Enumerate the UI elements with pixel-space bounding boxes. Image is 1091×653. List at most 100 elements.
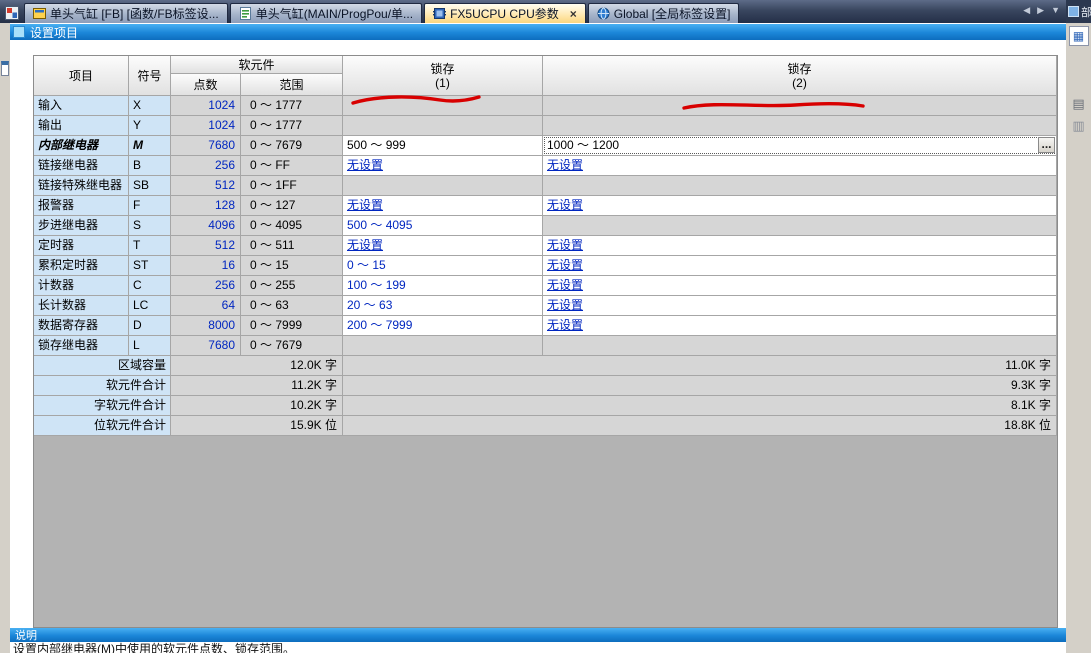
latch1-no-setting-link[interactable]: 无设置 bbox=[343, 196, 543, 216]
docked-window-icon[interactable] bbox=[1, 61, 9, 76]
latch1-range-cell[interactable]: 0 ～ 15 bbox=[343, 256, 543, 276]
description-text: 设置内部继电器(M)中使用的软元件点数、锁存范围。 (但FX5UJ的软元件点数、… bbox=[13, 643, 295, 653]
document-tab-bar: 单头气缸 [FB] [函数/FB标签设... 单头气缸(MAIN/ProgPou… bbox=[0, 0, 1091, 23]
tree-view-icon[interactable]: ▥ bbox=[1071, 118, 1086, 133]
tab-label: Global [全局标签设置] bbox=[614, 5, 731, 22]
device-row: 报警器F1280 ～ 127无设置无设置 bbox=[34, 196, 1057, 216]
range-cell[interactable]: 0 ～ 1777 bbox=[241, 116, 343, 136]
nav-back-icon[interactable]: ◀ bbox=[1023, 5, 1030, 16]
latch2-edit-cell[interactable]: 1000 ～ 1200... bbox=[543, 136, 1057, 156]
points-cell[interactable]: 7680 bbox=[171, 136, 241, 156]
latch2-no-setting-link[interactable]: 无设置 bbox=[543, 156, 1057, 176]
latch2-no-setting-link[interactable]: 无设置 bbox=[543, 256, 1057, 276]
tab-scroll-controls: ◀ ▶ ▼ bbox=[1023, 5, 1060, 16]
points-cell[interactable]: 512 bbox=[171, 236, 241, 256]
summary-device-total-cell: 10.2K 字 bbox=[171, 396, 343, 416]
section-title: 设置项目 bbox=[30, 24, 78, 41]
latch1-cell bbox=[343, 336, 543, 356]
range-cell[interactable]: 0 ～ FF bbox=[241, 156, 343, 176]
range-cell[interactable]: 0 ～ 7679 bbox=[241, 336, 343, 356]
latch2-no-setting-link[interactable]: 无设置 bbox=[543, 316, 1057, 336]
tab-global-label[interactable]: Global [全局标签设置] bbox=[588, 3, 740, 23]
element-selection-panel-tab[interactable]: 部... bbox=[1066, 0, 1091, 23]
points-cell[interactable]: 256 bbox=[171, 276, 241, 296]
close-tab-icon[interactable]: × bbox=[570, 8, 577, 20]
header-latch2-line2: (2) bbox=[792, 76, 807, 90]
section-header-bar: 设置项目 bbox=[10, 24, 1066, 40]
header-latch2-line1: 锁存 bbox=[787, 62, 811, 76]
left-dock-strip bbox=[0, 23, 10, 653]
points-cell[interactable]: 7680 bbox=[171, 336, 241, 356]
points-cell[interactable]: 256 bbox=[171, 156, 241, 176]
points-cell[interactable]: 128 bbox=[171, 196, 241, 216]
device-row: 内部继电器M76800 ～ 7679500 ～ 9991000 ～ 1200..… bbox=[34, 136, 1057, 156]
latch-range-input[interactable]: 1000 ～ 1200 bbox=[547, 138, 619, 152]
item-cell: 步进继电器 bbox=[34, 216, 129, 236]
tab-label: FX5UCPU CPU参数 bbox=[450, 5, 559, 22]
points-cell[interactable]: 64 bbox=[171, 296, 241, 316]
tab-program-editor[interactable]: 单头气缸(MAIN/ProgPou/单... bbox=[230, 3, 422, 23]
range-cell[interactable]: 0 ～ 1FF bbox=[241, 176, 343, 196]
header-range: 范围 bbox=[241, 74, 343, 96]
global-label-icon bbox=[597, 7, 610, 20]
settings-pane: 设置项目 项目符号软元件点数范围锁存(1)锁存(2)输入X10240 ～ 177… bbox=[10, 23, 1066, 653]
device-row: 链接特殊继电器SB5120 ～ 1FF bbox=[34, 176, 1057, 196]
points-cell[interactable]: 512 bbox=[171, 176, 241, 196]
item-cell: 输出 bbox=[34, 116, 129, 136]
latch1-range-cell[interactable]: 200 ～ 7999 bbox=[343, 316, 543, 336]
item-cell: 输入 bbox=[34, 96, 129, 116]
tab-list-dropdown-icon[interactable]: ▼ bbox=[1051, 5, 1060, 16]
list-view-icon[interactable]: ▤ bbox=[1071, 96, 1086, 111]
latch2-no-setting-link[interactable]: 无设置 bbox=[543, 276, 1057, 296]
range-cell[interactable]: 0 ～ 255 bbox=[241, 276, 343, 296]
summary-latch-total-cell: 9.3K 字 bbox=[343, 376, 1057, 396]
fb-label-icon bbox=[33, 7, 46, 20]
device-settings-grid: 项目符号软元件点数范围锁存(1)锁存(2)输入X10240 ～ 1777输出Y1… bbox=[33, 55, 1058, 628]
header-latch1-line1: 锁存 bbox=[430, 62, 454, 76]
panel-icon bbox=[1068, 6, 1079, 17]
range-cell[interactable]: 0 ～ 511 bbox=[241, 236, 343, 256]
summary-latch-total-cell: 18.8K 位 bbox=[343, 416, 1057, 436]
latch2-cell bbox=[543, 176, 1057, 196]
tab-cpu-parameter[interactable]: FX5UCPU CPU参数 × bbox=[424, 3, 586, 23]
range-cell[interactable]: 0 ～ 1777 bbox=[241, 96, 343, 116]
header-latch2: 锁存(2) bbox=[543, 56, 1057, 96]
device-row: 链接继电器B2560 ～ FF无设置无设置 bbox=[34, 156, 1057, 176]
device-row: 计数器C2560 ～ 255100 ～ 199无设置 bbox=[34, 276, 1057, 296]
summary-device-total-cell: 11.2K 字 bbox=[171, 376, 343, 396]
latch1-range-cell[interactable]: 100 ～ 199 bbox=[343, 276, 543, 296]
tab-fb-label-editor[interactable]: 单头气缸 [FB] [函数/FB标签设... bbox=[24, 3, 228, 23]
latch1-no-setting-link[interactable]: 无设置 bbox=[343, 156, 543, 176]
workspace-icon[interactable] bbox=[5, 6, 19, 20]
range-cell[interactable]: 0 ～ 4095 bbox=[241, 216, 343, 236]
item-cell: 内部继电器 bbox=[34, 136, 129, 156]
range-cell[interactable]: 0 ～ 127 bbox=[241, 196, 343, 216]
device-row: 累积定时器ST160 ～ 150 ～ 15无设置 bbox=[34, 256, 1057, 276]
points-cell[interactable]: 1024 bbox=[171, 116, 241, 136]
item-cell: 定时器 bbox=[34, 236, 129, 256]
points-cell[interactable]: 1024 bbox=[171, 96, 241, 116]
summary-label-cell: 位软元件合计 bbox=[34, 416, 171, 436]
latch2-no-setting-link[interactable]: 无设置 bbox=[543, 196, 1057, 216]
range-cell[interactable]: 0 ～ 7999 bbox=[241, 316, 343, 336]
points-cell[interactable]: 4096 bbox=[171, 216, 241, 236]
item-cell: 计数器 bbox=[34, 276, 129, 296]
points-cell[interactable]: 16 bbox=[171, 256, 241, 276]
description-line1: 设置内部继电器(M)中使用的软元件点数、锁存范围。 bbox=[13, 643, 295, 653]
element-selection-toolbar-button[interactable]: ▦ bbox=[1069, 26, 1089, 46]
latch1-range-cell[interactable]: 20 ～ 63 bbox=[343, 296, 543, 316]
latch2-no-setting-link[interactable]: 无设置 bbox=[543, 236, 1057, 256]
latch2-no-setting-link[interactable]: 无设置 bbox=[543, 296, 1057, 316]
browse-button[interactable]: ... bbox=[1038, 137, 1055, 153]
symbol-cell: C bbox=[129, 276, 171, 296]
latch1-no-setting-link[interactable]: 无设置 bbox=[343, 236, 543, 256]
latch2-cell bbox=[543, 116, 1057, 136]
nav-forward-icon[interactable]: ▶ bbox=[1037, 5, 1044, 16]
range-cell[interactable]: 0 ～ 63 bbox=[241, 296, 343, 316]
points-cell[interactable]: 8000 bbox=[171, 316, 241, 336]
latch1-range-cell[interactable]: 500 ～ 4095 bbox=[343, 216, 543, 236]
range-cell[interactable]: 0 ～ 7679 bbox=[241, 136, 343, 156]
device-row: 输出Y10240 ～ 1777 bbox=[34, 116, 1057, 136]
latch1-value-cell[interactable]: 500 ～ 999 bbox=[343, 136, 543, 156]
range-cell[interactable]: 0 ～ 15 bbox=[241, 256, 343, 276]
